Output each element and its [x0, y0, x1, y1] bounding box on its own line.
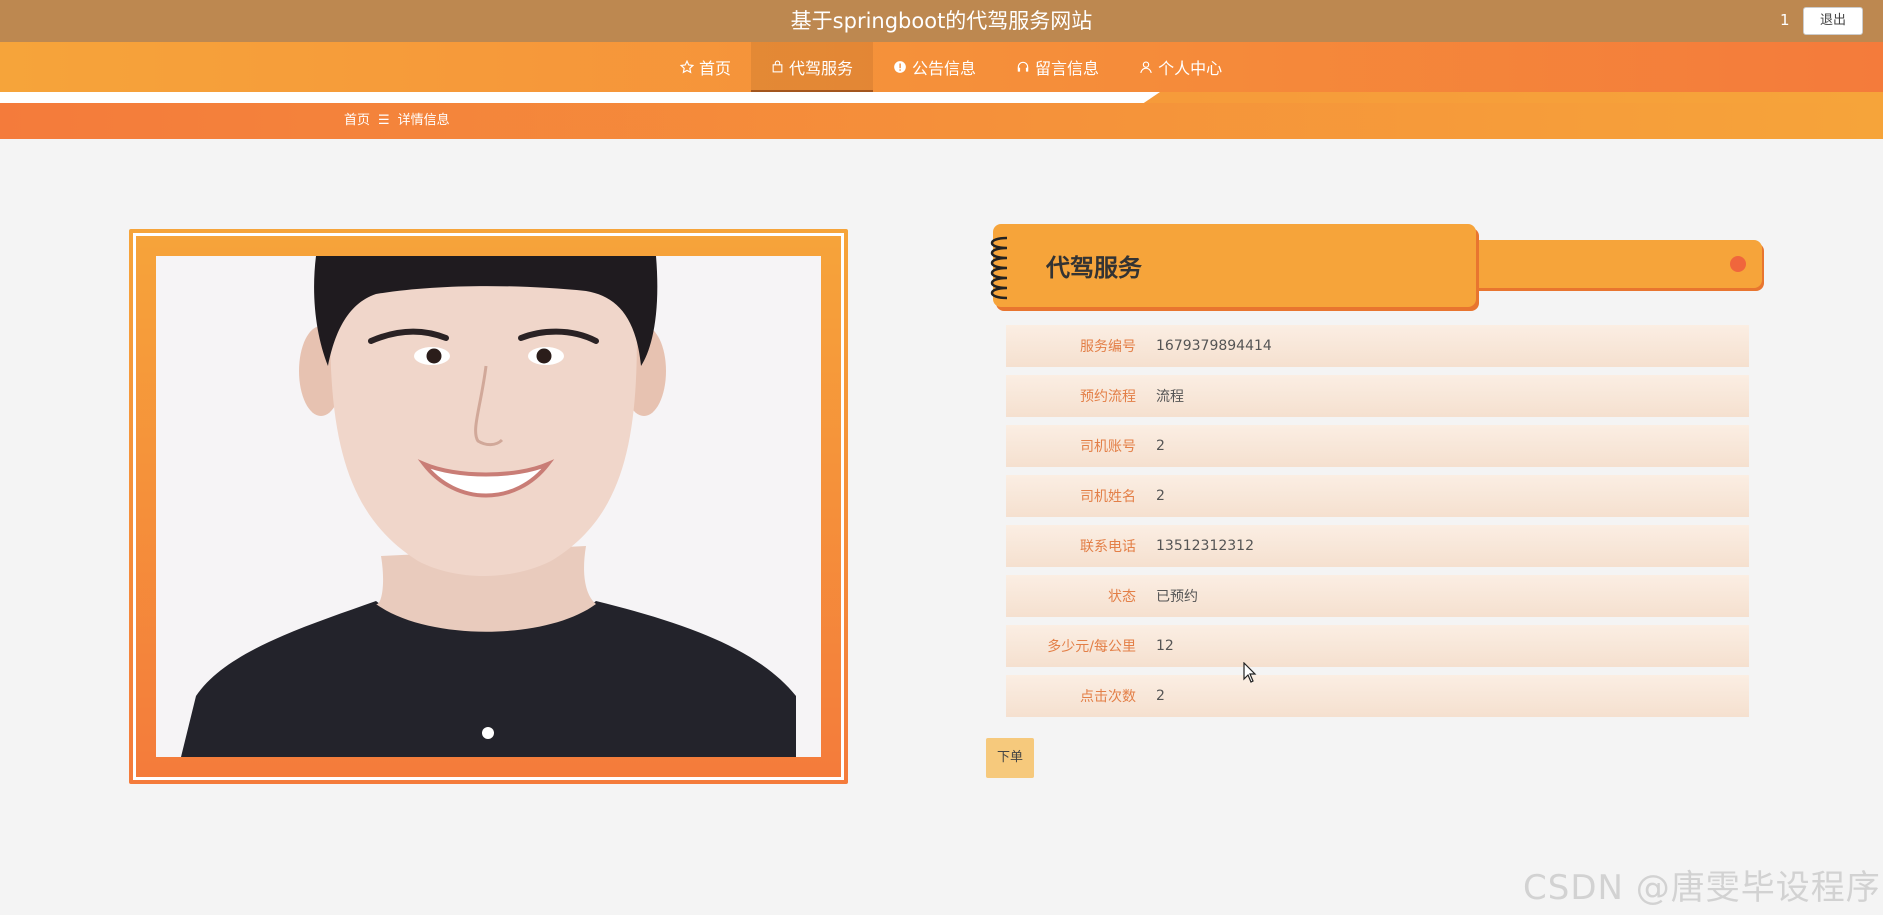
info-value: 2 [1156, 688, 1165, 704]
info-row: 多少元/每公里 12 [1006, 625, 1749, 667]
spring-coil-icon [990, 236, 1008, 300]
nav-item-home[interactable]: 首页 [660, 42, 751, 92]
info-row: 联系电话 13512312312 [1006, 525, 1749, 567]
tab-dot-icon [1730, 256, 1746, 272]
info-label: 预约流程 [1080, 389, 1136, 405]
logout-button[interactable]: 退出 [1803, 7, 1863, 35]
place-order-button[interactable]: 下单 [986, 738, 1034, 778]
current-user-name: 1 [1780, 11, 1790, 29]
info-label: 联系电话 [1080, 539, 1136, 555]
info-value: 已预约 [1156, 589, 1198, 605]
bag-icon [771, 60, 784, 74]
breadcrumb: 首页 ☰ 详情信息 [344, 103, 450, 139]
info-label: 司机账号 [1080, 439, 1136, 455]
detail-title: 代驾服务 [1046, 254, 1142, 282]
info-label: 点击次数 [1080, 689, 1136, 705]
breadcrumb-current: 详情信息 [397, 113, 450, 128]
nav-item-label: 首页 [699, 59, 732, 78]
headset-icon [1016, 60, 1030, 74]
info-row: 服务编号 1679379894414 [1006, 325, 1749, 367]
carousel-indicator-dot[interactable] [482, 727, 494, 739]
info-value: 12 [1156, 638, 1174, 654]
breadcrumb-home[interactable]: 首页 [344, 113, 370, 128]
info-row: 司机账号 2 [1006, 425, 1749, 467]
nav-item-label: 公告信息 [912, 59, 977, 78]
watermark: CSDN @唐雯毕设程序 [1523, 868, 1881, 908]
info-label: 司机姓名 [1080, 489, 1136, 505]
mouse-cursor-icon [1243, 662, 1257, 683]
nav-list: 首页 代驾服务 公告信息 留言信息 个人中心 [660, 42, 1242, 92]
nav-item-label: 代驾服务 [789, 59, 854, 78]
nav-item-messages[interactable]: 留言信息 [996, 42, 1119, 92]
banner-strip [0, 92, 1160, 103]
nav-item-personal-center[interactable]: 个人中心 [1119, 42, 1242, 92]
info-value: 1679379894414 [1156, 338, 1272, 354]
info-row: 预约流程 流程 [1006, 375, 1749, 417]
detail-header-tab [1448, 240, 1762, 288]
info-row: 点击次数 2 [1006, 675, 1749, 717]
breadcrumb-separator-icon: ☰ [378, 113, 390, 128]
breadcrumb-bar: 首页 ☰ 详情信息 [0, 103, 1883, 139]
info-value: 13512312312 [1156, 538, 1254, 554]
service-photo [156, 256, 821, 757]
info-label: 状态 [1108, 589, 1136, 605]
info-label: 服务编号 [1080, 339, 1136, 355]
info-value: 2 [1156, 488, 1165, 504]
nav-item-label: 个人中心 [1158, 59, 1223, 78]
top-title-bar: 基于springboot的代驾服务网站 1 退出 [0, 0, 1883, 42]
main-nav: 首页 代驾服务 公告信息 留言信息 个人中心 [0, 42, 1883, 92]
info-value: 流程 [1156, 389, 1184, 405]
info-row: 状态 已预约 [1006, 575, 1749, 617]
info-label: 多少元/每公里 [1047, 639, 1136, 655]
image-carousel-frame [129, 229, 848, 784]
nav-item-announcements[interactable]: 公告信息 [873, 42, 996, 92]
info-value: 2 [1156, 438, 1165, 454]
info-circle-icon [893, 60, 907, 74]
nav-item-label: 留言信息 [1035, 59, 1100, 78]
site-title: 基于springboot的代驾服务网站 [790, 9, 1093, 33]
star-icon [680, 60, 694, 74]
detail-info-list: 服务编号 1679379894414 预约流程 流程 司机账号 2 司机姓名 2… [1006, 325, 1749, 725]
nav-item-driving-service[interactable]: 代驾服务 [751, 42, 874, 92]
user-icon [1139, 60, 1153, 74]
info-row: 司机姓名 2 [1006, 475, 1749, 517]
